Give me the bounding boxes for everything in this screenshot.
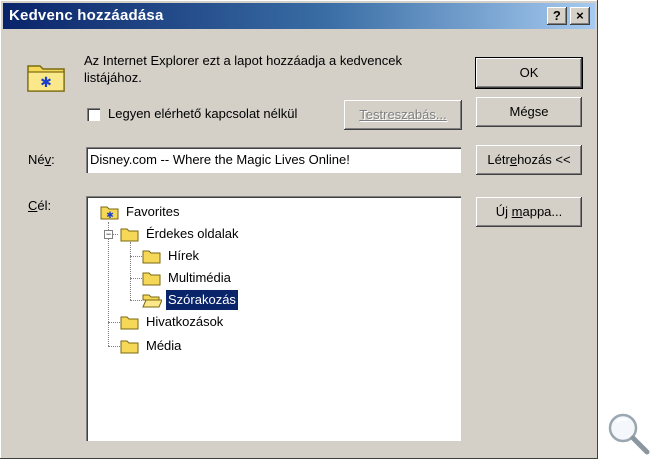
title-bar[interactable]: Kedvenc hozzáadása ? × [3, 3, 595, 29]
name-label: Név: [28, 152, 55, 167]
tree-line [130, 300, 142, 301]
offline-checkbox-label[interactable]: Legyen elérhető kapcsolat nélkül [108, 106, 297, 121]
svg-text:✱: ✱ [106, 211, 114, 220]
svg-text:✱: ✱ [40, 75, 52, 91]
magnifier-icon[interactable] [605, 410, 653, 456]
tree-node-label: Szórakozás [165, 289, 239, 311]
folder-tree[interactable]: − ✱ Favorites Érdekes oldalak Hírek Mult… [86, 196, 461, 441]
tree-line [108, 322, 120, 323]
open-folder-icon [142, 294, 162, 308]
offline-checkbox[interactable] [87, 108, 100, 121]
tree-node-label: Média [146, 338, 182, 353]
tree-line [108, 346, 120, 347]
add-favorite-dialog: Kedvenc hozzáadása ? × ✱ Az Internet Exp… [0, 0, 598, 459]
tree-line [130, 242, 131, 300]
tree-line [130, 278, 142, 279]
info-message: Az Internet Explorer ezt a lapot hozzáad… [84, 53, 402, 85]
tree-line [108, 222, 109, 346]
window-title: Kedvenc hozzáadása [9, 7, 164, 24]
customize-button[interactable]: Testreszabás... [344, 100, 462, 130]
folder-icon [120, 316, 139, 330]
tree-node-label: Favorites [126, 204, 180, 219]
tree-node-label: Érdekes oldalak [146, 226, 239, 241]
new-folder-button[interactable]: Új mappa... [476, 197, 582, 227]
cancel-button[interactable]: Mégse [476, 97, 582, 127]
tree-node-label: Hivatkozások [146, 314, 224, 329]
folder-icon [120, 228, 139, 242]
folder-icon [142, 250, 161, 264]
create-in-button[interactable]: Létrehozás << [476, 145, 582, 175]
folder-icon [120, 340, 139, 354]
folder-icon [142, 272, 161, 286]
favorites-folder-icon: ✱ [27, 65, 65, 92]
favorites-folder-icon: ✱ [100, 206, 119, 220]
help-button[interactable]: ? [547, 7, 567, 25]
target-label: Cél: [28, 198, 52, 213]
collapse-toggle[interactable]: − [104, 230, 113, 239]
ok-button[interactable]: OK [475, 57, 583, 89]
name-input[interactable]: Disney.com -- Where the Magic Lives Onli… [86, 147, 461, 173]
tree-node-label: Hírek [168, 248, 200, 263]
tree-line [130, 256, 142, 257]
close-button[interactable]: × [570, 7, 590, 25]
tree-node-label: Multimédia [168, 270, 231, 285]
